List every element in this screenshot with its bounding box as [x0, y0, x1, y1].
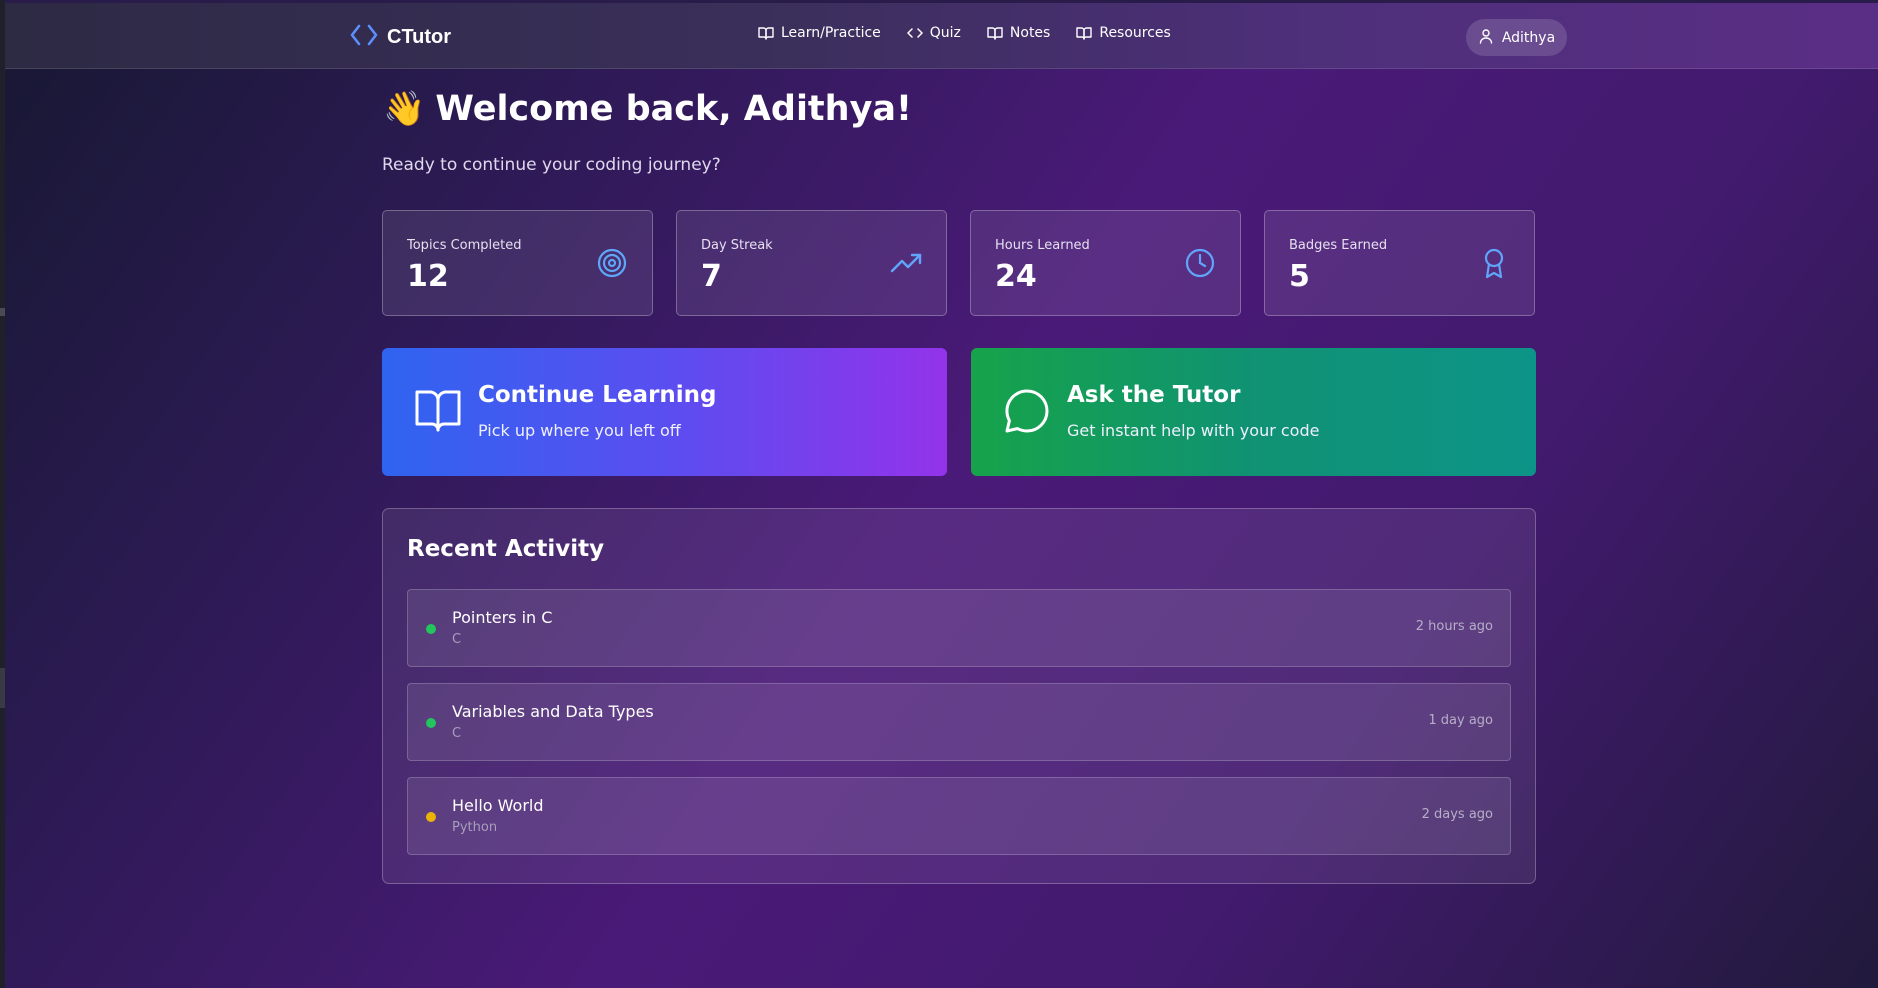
page-title: Welcome back, Adithya!: [435, 89, 912, 129]
activity-time: 2 hours ago: [1415, 619, 1493, 634]
nav-label: Notes: [1009, 25, 1051, 41]
activity-language: C: [452, 726, 462, 741]
recent-activity-panel: Recent Activity Pointers in C C 2 hours …: [382, 508, 1536, 884]
activity-title: Variables and Data Types: [452, 702, 654, 721]
top-navbar: CTutor Learn/Practice Quiz Notes Resourc…: [5, 3, 1878, 69]
nav-learn-practice[interactable]: Learn/Practice: [758, 25, 881, 41]
status-dot: [426, 812, 436, 822]
nav-resources[interactable]: Resources: [1076, 25, 1171, 41]
nav-notes[interactable]: Notes: [987, 25, 1050, 41]
stat-value: 5: [1289, 259, 1310, 294]
nav-label: Quiz: [929, 25, 961, 41]
book-open-icon: [987, 26, 1003, 40]
stat-card-topics: Topics Completed 12: [382, 210, 653, 316]
book-open-icon: [1076, 26, 1093, 40]
award-icon: [1478, 247, 1510, 283]
code-icon: [349, 23, 379, 51]
nav-label: Resources: [1099, 25, 1171, 41]
nav-quiz[interactable]: Quiz: [907, 25, 961, 41]
nav-label: Learn/Practice: [781, 25, 881, 41]
activity-language: C: [452, 632, 462, 647]
user-menu-button[interactable]: Adithya: [1466, 19, 1567, 56]
action-title: Ask the Tutor: [1067, 382, 1241, 408]
activity-title: Pointers in C: [452, 608, 553, 627]
stat-value: 12: [407, 259, 449, 294]
trending-up-icon: [890, 247, 922, 283]
stat-label: Hours Learned: [995, 238, 1090, 253]
brand-title: CTutor: [387, 25, 452, 48]
waving-hand-emoji: 👋: [383, 89, 426, 129]
activity-item[interactable]: Pointers in C C 2 hours ago: [407, 589, 1511, 667]
action-subtitle: Pick up where you left off: [478, 421, 681, 440]
activity-time: 1 day ago: [1428, 713, 1493, 728]
activity-language: Python: [452, 820, 498, 835]
clock-icon: [1184, 247, 1216, 283]
activity-item[interactable]: Hello World Python 2 days ago: [407, 777, 1511, 855]
activity-item[interactable]: Variables and Data Types C 1 day ago: [407, 683, 1511, 761]
continue-learning-button[interactable]: Continue Learning Pick up where you left…: [382, 348, 947, 476]
status-dot: [426, 718, 436, 728]
book-open-icon: [758, 26, 774, 40]
main-nav: Learn/Practice Quiz Notes Resources: [758, 25, 1197, 41]
stat-label: Badges Earned: [1289, 238, 1388, 253]
message-circle-icon: [1004, 388, 1050, 438]
brand-logo[interactable]: CTutor: [349, 23, 451, 51]
page-subtitle: Ready to continue your coding journey?: [382, 155, 721, 175]
activity-title: Hello World: [452, 796, 544, 815]
user-name: Adithya: [1501, 29, 1556, 46]
target-icon: [596, 247, 628, 283]
stat-value: 24: [995, 259, 1037, 294]
activity-time: 2 days ago: [1421, 807, 1493, 822]
stat-card-hours: Hours Learned 24: [970, 210, 1241, 316]
dashboard-page: CTutor Learn/Practice Quiz Notes Resourc…: [5, 3, 1878, 988]
ask-tutor-button[interactable]: Ask the Tutor Get instant help with your…: [971, 348, 1536, 476]
stat-label: Topics Completed: [407, 238, 522, 253]
user-icon: [1478, 28, 1494, 48]
action-title: Continue Learning: [478, 382, 717, 408]
status-dot: [426, 624, 436, 634]
stat-card-badges: Badges Earned 5: [1264, 210, 1535, 316]
stat-label: Day Streak: [701, 238, 773, 253]
book-open-icon: [415, 388, 461, 436]
stat-value: 7: [701, 259, 722, 294]
stat-card-streak: Day Streak 7: [676, 210, 947, 316]
code-icon: [907, 27, 923, 39]
welcome-heading: 👋 Welcome back, Adithya!: [383, 89, 912, 129]
action-subtitle: Get instant help with your code: [1067, 421, 1320, 440]
section-title: Recent Activity: [407, 536, 605, 562]
